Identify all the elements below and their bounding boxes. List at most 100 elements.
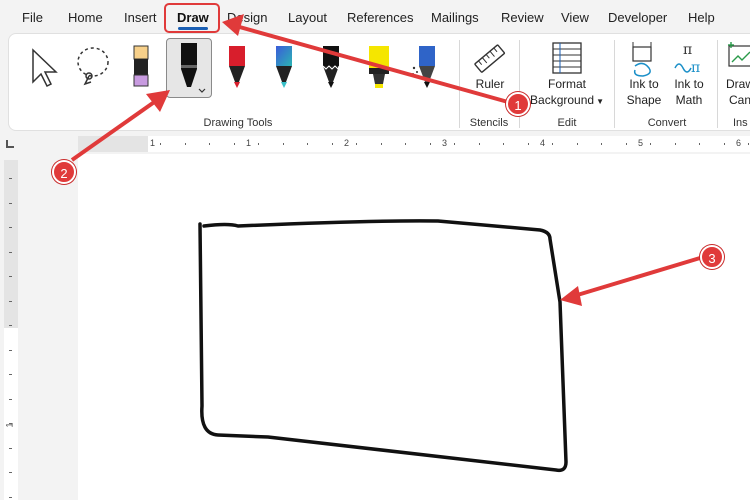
ruler-button[interactable] xyxy=(469,38,511,80)
ruler-tick xyxy=(503,143,504,145)
drawn-rectangle-ink[interactable] xyxy=(78,154,750,500)
ruler-tick xyxy=(9,497,12,498)
format-background-button[interactable] xyxy=(546,38,588,78)
ruler-tick xyxy=(381,143,382,145)
tab-references[interactable]: References xyxy=(347,10,413,25)
ink-to-shape-button[interactable] xyxy=(623,38,665,78)
group-label-edit: Edit xyxy=(557,117,577,129)
tab-stop-selector[interactable] xyxy=(6,140,14,148)
ruler-tick xyxy=(675,143,676,145)
ruler-tick xyxy=(185,143,186,145)
ruler-tick xyxy=(9,178,12,179)
blue-pencil-tool[interactable] xyxy=(405,40,449,96)
chevron-down-icon: ▼ xyxy=(596,97,604,106)
ruler-number: 3 xyxy=(442,138,448,148)
galaxy-pen-tool[interactable] xyxy=(262,40,306,96)
group-separator xyxy=(459,40,460,128)
glitter-pen-tool[interactable] xyxy=(309,40,353,96)
tab-home[interactable]: Home xyxy=(68,10,103,25)
group-label-convert: Convert xyxy=(647,117,687,129)
ruler-number: 1 xyxy=(246,138,252,148)
ink-to-math-icon: π π xyxy=(674,42,700,76)
ruler-tick xyxy=(356,143,357,145)
ruler-tick xyxy=(9,399,12,400)
ruler-tick xyxy=(9,276,12,277)
ruler-number: 4 xyxy=(540,138,546,148)
ruler-tick xyxy=(724,143,725,145)
ruler-tick xyxy=(405,143,406,145)
ruler-tick xyxy=(9,252,12,253)
red-pen-tool[interactable] xyxy=(215,40,259,96)
ink-to-shape-label-2: Shape xyxy=(626,93,662,107)
ink-to-math-label-1: Ink to xyxy=(674,77,704,91)
draw-canvas-label-2: Can xyxy=(729,93,750,107)
active-tab-indicator xyxy=(178,27,208,30)
lasso-select-tool[interactable] xyxy=(71,40,115,96)
ink-to-shape-label-1: Ink to xyxy=(629,77,659,91)
callout-badge: 3 xyxy=(700,245,724,269)
group-label-insert: Ins xyxy=(733,117,748,129)
ruler-tick xyxy=(748,143,749,145)
ruler-number: 6 xyxy=(736,138,742,148)
tab-developer[interactable]: Developer xyxy=(608,10,667,25)
tab-file[interactable]: File xyxy=(22,10,43,25)
ruler-tick xyxy=(9,472,12,473)
yellow-highlighter-tool[interactable] xyxy=(357,40,401,96)
callout-badge: 2 xyxy=(52,160,76,184)
tab-help[interactable]: Help xyxy=(688,10,715,25)
ruler-tick xyxy=(9,227,12,228)
tab-draw[interactable]: Draw xyxy=(177,10,209,25)
eraser-icon xyxy=(133,45,149,87)
draw-canvas-icon xyxy=(728,42,750,67)
lasso-select-icon xyxy=(77,47,109,86)
ruler-tick xyxy=(626,143,627,145)
menu-bar: File Home Insert Draw Design Layout Refe… xyxy=(0,0,750,34)
ruler-tick xyxy=(307,143,308,145)
ruler-number: 2 xyxy=(344,138,350,148)
ink-to-math-label-2: Math xyxy=(675,93,703,107)
tab-view[interactable]: View xyxy=(561,10,589,25)
callout-badge: 1 xyxy=(506,92,530,116)
ruler-tick xyxy=(9,350,12,351)
ruler-tick xyxy=(283,143,284,145)
ruler-tick xyxy=(234,143,235,145)
ribbon: Drawing Tools Ruler Stencils Format Back… xyxy=(8,33,750,131)
group-label-drawing-tools: Drawing Tools xyxy=(203,117,273,129)
horizontal-ruler-margin xyxy=(78,136,148,152)
red-pen-icon xyxy=(229,46,245,88)
select-tool[interactable] xyxy=(23,40,67,96)
ruler-tick xyxy=(601,143,602,145)
tab-layout[interactable]: Layout xyxy=(288,10,327,25)
ruler-tick xyxy=(9,448,12,449)
ruler-number: 5 xyxy=(638,138,644,148)
document-page[interactable] xyxy=(78,154,750,500)
group-label-stencils: Stencils xyxy=(469,117,509,129)
eraser-tool[interactable] xyxy=(119,40,163,96)
select-arrow-icon xyxy=(32,48,58,88)
ruler-tick xyxy=(209,143,210,145)
format-background-icon xyxy=(552,42,582,74)
ruler-tick xyxy=(9,325,12,326)
format-background-label-2: Background ▼ xyxy=(530,93,604,107)
ruler-tick xyxy=(9,423,12,424)
ruler-tick xyxy=(577,143,578,145)
tab-mailings[interactable]: Mailings xyxy=(431,10,479,25)
tab-review[interactable]: Review xyxy=(501,10,544,25)
ruler-label: Ruler xyxy=(475,77,505,91)
ink-to-math-button[interactable]: π π xyxy=(669,38,709,78)
glitter-pen-icon xyxy=(322,46,340,88)
tab-design[interactable]: Design xyxy=(227,10,267,25)
ruler-tick xyxy=(699,143,700,145)
draw-canvas-button[interactable] xyxy=(725,38,750,78)
ruler-tick xyxy=(552,143,553,145)
ruler-tick xyxy=(650,143,651,145)
galaxy-pen-icon xyxy=(276,46,292,88)
tab-insert[interactable]: Insert xyxy=(124,10,157,25)
ruler-tick xyxy=(430,143,431,145)
ruler-tick xyxy=(258,143,259,145)
ruler-tick xyxy=(479,143,480,145)
black-pen-tool[interactable] xyxy=(166,38,212,98)
ruler-number: 1 xyxy=(150,138,156,148)
group-separator xyxy=(717,40,718,128)
black-pen-icon xyxy=(181,43,206,93)
